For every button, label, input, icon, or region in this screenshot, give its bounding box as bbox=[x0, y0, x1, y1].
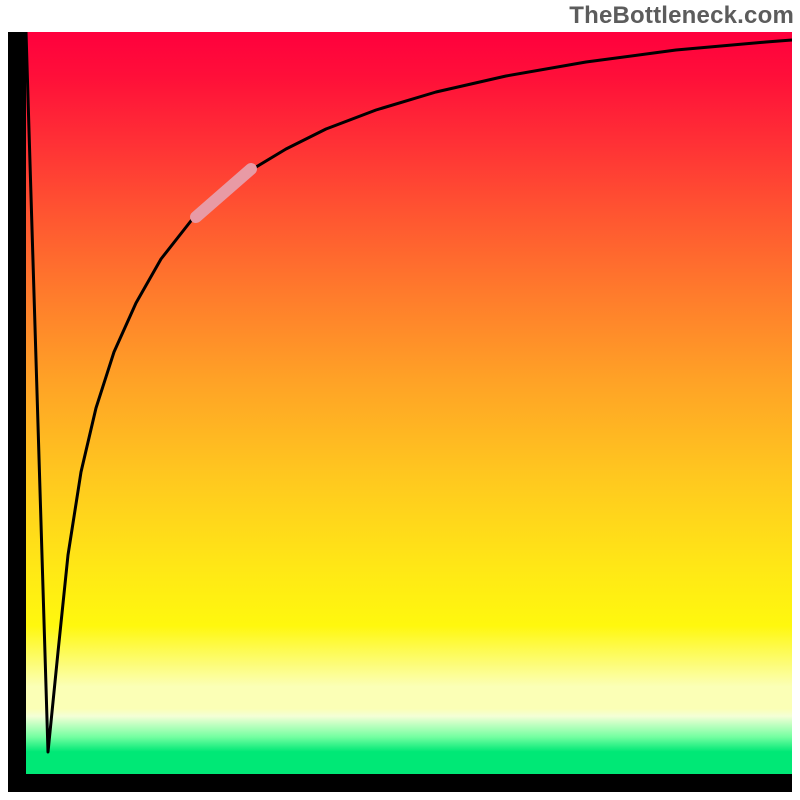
curve-highlight bbox=[196, 169, 251, 217]
curve-svg bbox=[26, 32, 792, 774]
bottleneck-curve bbox=[26, 32, 792, 752]
plot-frame bbox=[8, 32, 792, 792]
plot-area bbox=[26, 32, 792, 774]
watermark-text: TheBottleneck.com bbox=[569, 2, 794, 30]
chart-container: TheBottleneck.com bbox=[0, 0, 800, 800]
